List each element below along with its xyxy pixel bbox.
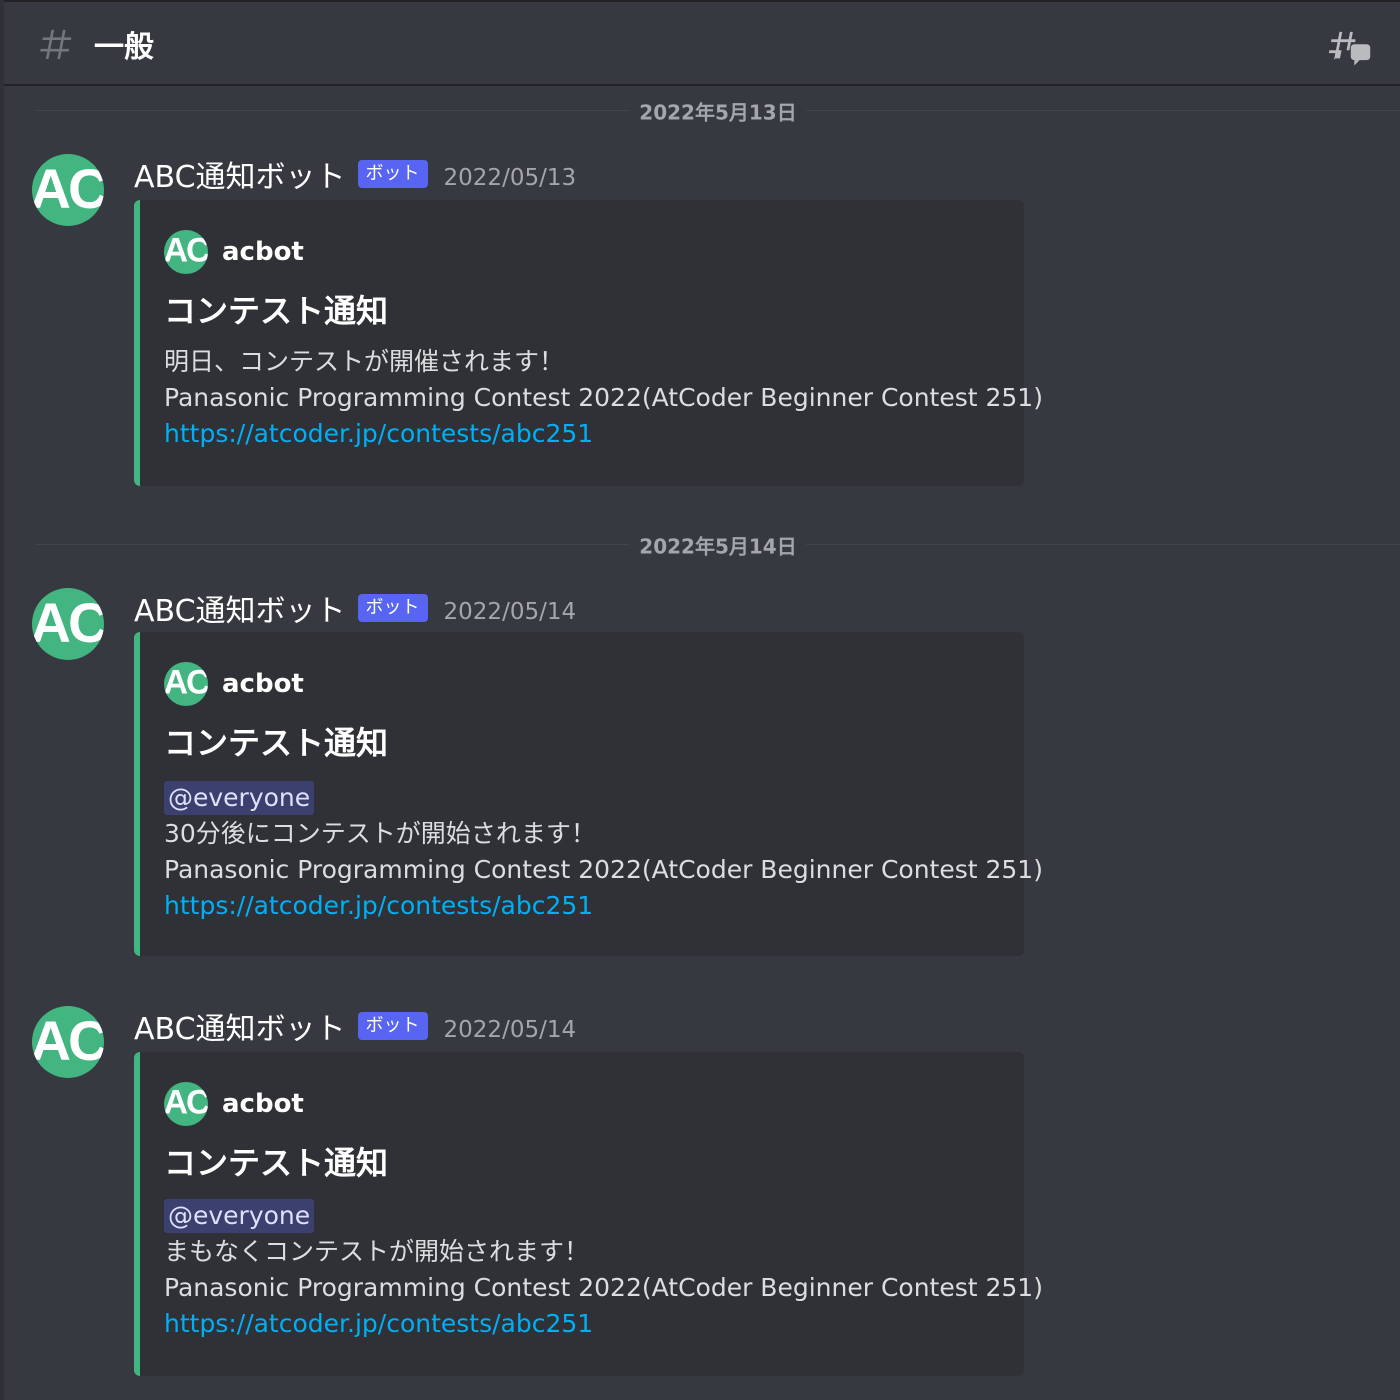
timestamp: 2022/05/13: [443, 165, 577, 191]
avatar-text: AC: [32, 1009, 104, 1073]
timestamp: 2022/05/14: [443, 599, 577, 625]
message-header: ABC通知ボット ボット 2022/05/13: [134, 152, 577, 196]
embed-description: @everyone まもなくコンテストが開始されます！ Panasonic Pr…: [164, 1198, 1043, 1342]
avatar[interactable]: AC: [32, 588, 104, 660]
embed-author-name: acbot: [222, 669, 304, 699]
message: AC ABC通知ボット ボット 2022/05/14 AC acbot コンテス…: [0, 1006, 1400, 1378]
bot-tag: ボット: [357, 1012, 428, 1040]
hash-icon: [40, 29, 72, 59]
channel-name: 一般: [94, 30, 154, 65]
embed-title: コンテスト通知: [164, 292, 389, 330]
embed-title: コンテスト通知: [164, 1144, 389, 1182]
threads-icon[interactable]: [1326, 24, 1372, 68]
avatar[interactable]: AC: [32, 1006, 104, 1078]
embed-author: AC acbot: [164, 662, 304, 706]
embed-line-2: Panasonic Programming Contest 2022(AtCod…: [164, 1273, 1043, 1302]
embed-author-avatar-text: AC: [164, 231, 208, 270]
message: AC ABC通知ボット ボット 2022/05/13 AC acbot コンテス…: [0, 154, 1400, 488]
embed-line-1: まもなくコンテストが開始されます！: [164, 1237, 590, 1266]
embed-line-1: 明日、コンテストが開催されます！: [164, 347, 565, 376]
avatar[interactable]: AC: [32, 154, 104, 226]
channel-header: 一般: [4, 0, 1400, 86]
embed-author-name: acbot: [222, 237, 304, 267]
bot-tag: ボット: [357, 594, 428, 622]
everyone-mention[interactable]: @everyone: [164, 781, 315, 815]
date-divider-label: 2022年5月14日: [629, 530, 807, 560]
embed-description: 明日、コンテストが開催されます！ Panasonic Programming C…: [164, 344, 1043, 452]
embed-line-2: Panasonic Programming Contest 2022(AtCod…: [164, 383, 1043, 412]
contest-link[interactable]: https://atcoder.jp/contests/abc251: [164, 888, 1043, 924]
avatar-text: AC: [32, 591, 104, 655]
date-divider: 2022年5月14日: [36, 530, 1400, 560]
embed-author-avatar: AC: [164, 662, 208, 706]
message-header: ABC通知ボット ボット 2022/05/14: [134, 586, 577, 630]
embed: AC acbot コンテスト通知 @everyone 30分後にコンテストが開始…: [134, 632, 1043, 956]
embed-line-2: Panasonic Programming Contest 2022(AtCod…: [164, 855, 1043, 884]
bot-tag: ボット: [357, 160, 428, 188]
author-name[interactable]: ABC通知ボット: [134, 586, 346, 630]
embed-author: AC acbot: [164, 1082, 304, 1126]
timestamp: 2022/05/14: [443, 1017, 577, 1043]
message: AC ABC通知ボット ボット 2022/05/14 AC acbot コンテス…: [0, 588, 1400, 958]
date-divider: 2022年5月13日: [36, 96, 1400, 126]
embed-author: AC acbot: [164, 230, 304, 274]
contest-link[interactable]: https://atcoder.jp/contests/abc251: [164, 416, 1043, 452]
embed: AC acbot コンテスト通知 @everyone まもなくコンテストが開始さ…: [134, 1052, 1043, 1376]
embed-author-name: acbot: [222, 1089, 304, 1119]
discord-channel-view: 一般 2022年5月13日 AC ABC通知ボット ボット 2022/05/13…: [0, 0, 1400, 1400]
avatar-text: AC: [32, 157, 104, 221]
date-divider-label: 2022年5月13日: [629, 96, 807, 126]
embed-author-avatar-text: AC: [164, 1083, 208, 1122]
everyone-mention[interactable]: @everyone: [164, 1199, 315, 1233]
embed-author-avatar: AC: [164, 1082, 208, 1126]
embed-title: コンテスト通知: [164, 724, 389, 762]
embed-line-1: 30分後にコンテストが開始されます！: [164, 819, 596, 848]
message-header: ABC通知ボット ボット 2022/05/14: [134, 1004, 577, 1048]
embed-description: @everyone 30分後にコンテストが開始されます！ Panasonic P…: [164, 780, 1043, 924]
author-name[interactable]: ABC通知ボット: [134, 1004, 346, 1048]
embed-author-avatar-text: AC: [164, 663, 208, 702]
embed-author-avatar: AC: [164, 230, 208, 274]
author-name[interactable]: ABC通知ボット: [134, 152, 346, 196]
embed: AC acbot コンテスト通知 明日、コンテストが開催されます！ Panaso…: [134, 200, 1043, 486]
contest-link[interactable]: https://atcoder.jp/contests/abc251: [164, 1306, 1043, 1342]
